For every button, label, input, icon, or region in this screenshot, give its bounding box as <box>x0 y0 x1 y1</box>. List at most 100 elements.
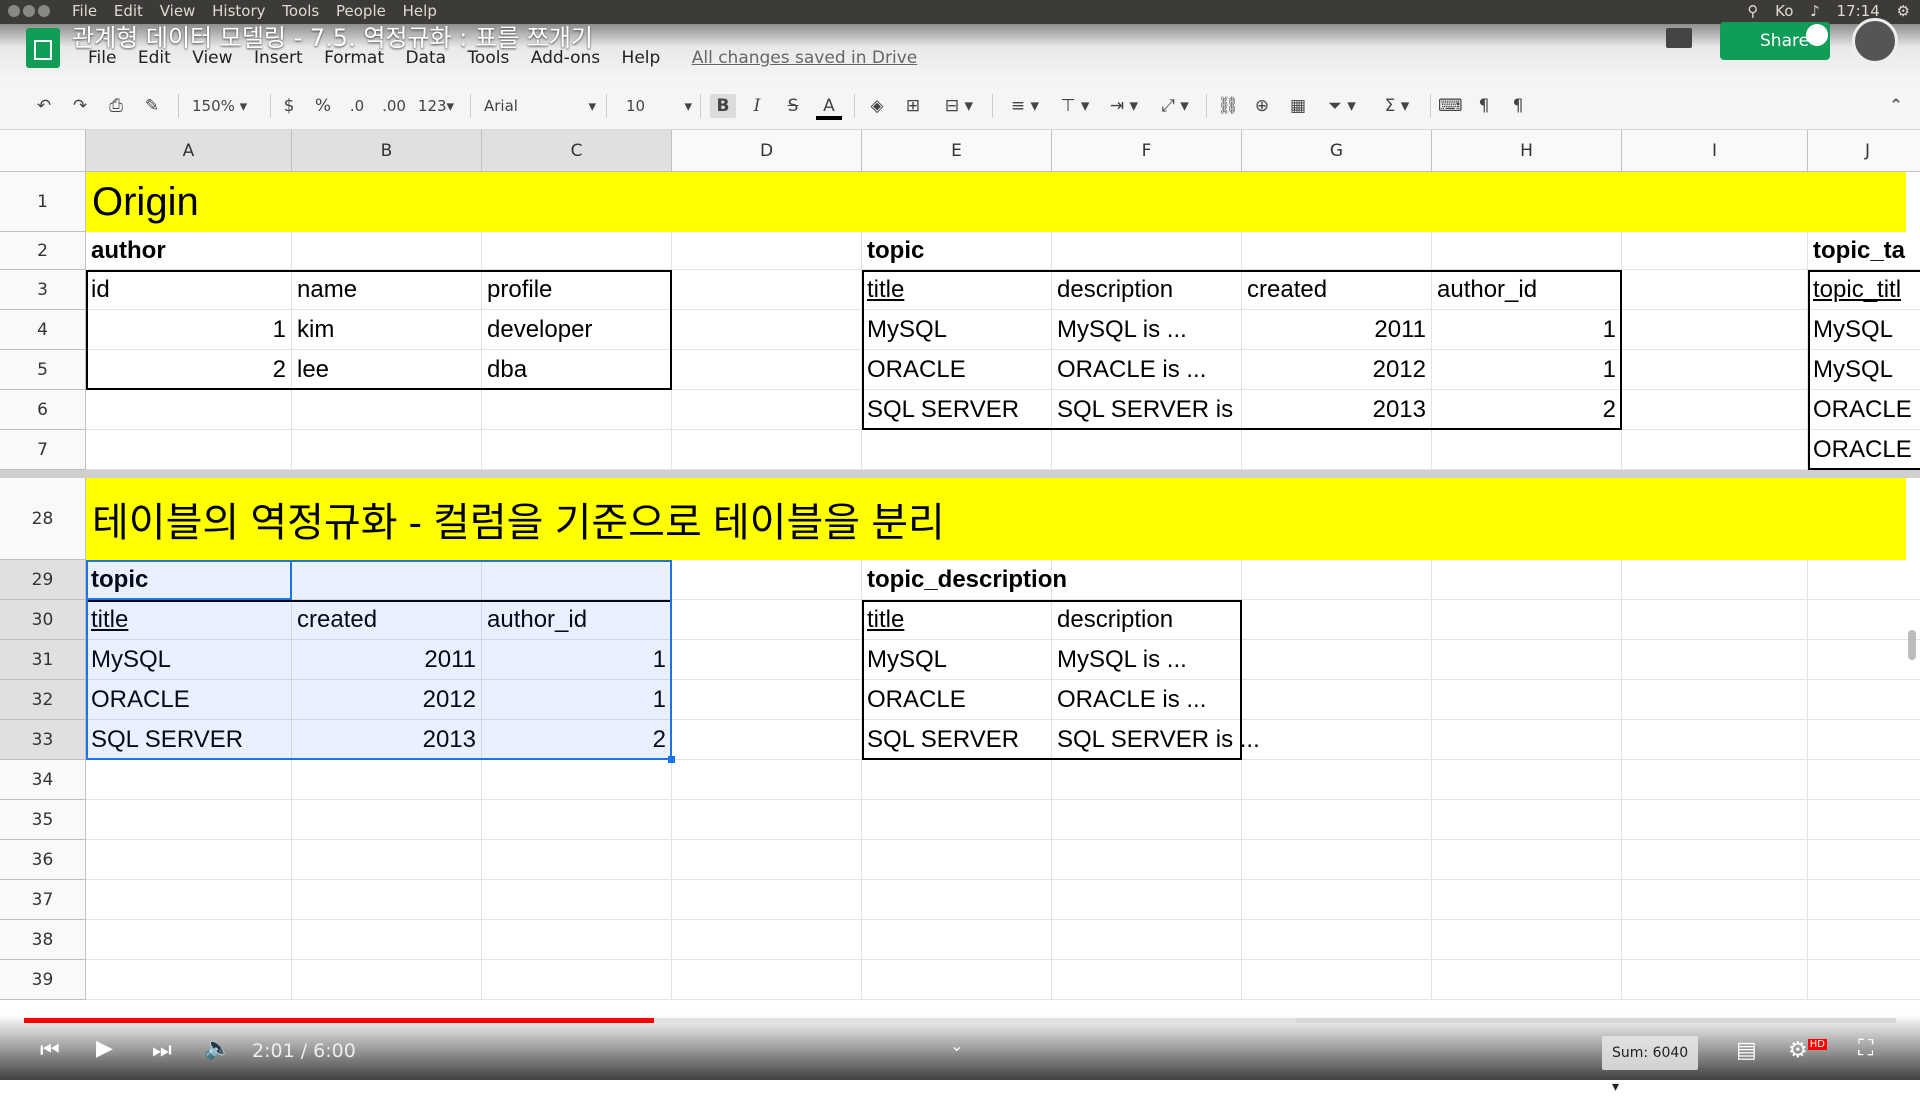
topic-split-header-cell[interactable]: title <box>86 600 292 640</box>
grid-cell[interactable] <box>1808 960 1920 1000</box>
column-header-a[interactable]: A <box>86 130 292 172</box>
topic-data-cell[interactable]: ORACLE <box>862 350 1052 390</box>
topic-data-cell[interactable]: MySQL <box>862 310 1052 350</box>
grid-cell[interactable] <box>1052 560 1242 600</box>
grid-cell[interactable] <box>672 800 862 840</box>
grid-cell[interactable] <box>862 430 1052 470</box>
grid-cell[interactable] <box>1808 840 1920 880</box>
author-data-cell[interactable]: kim <box>292 310 482 350</box>
explore-icon[interactable]: ▤ <box>1736 1038 1757 1063</box>
grid-cell[interactable] <box>1242 840 1432 880</box>
comment-icon[interactable] <box>1666 28 1692 48</box>
grid-cell[interactable] <box>86 880 292 920</box>
grid-cell[interactable] <box>1622 720 1808 760</box>
grid-cell[interactable] <box>1052 760 1242 800</box>
menu-view[interactable]: View <box>192 48 232 68</box>
grid-cell[interactable] <box>292 840 482 880</box>
topic-data-cell[interactable]: MySQL is ... <box>1052 310 1242 350</box>
row-header-32[interactable]: 32 <box>0 680 86 720</box>
topic-description-header-cell[interactable]: title <box>862 600 1052 640</box>
vertical-align-icon[interactable]: ⊤ ▾ <box>1056 94 1094 118</box>
grid-cell[interactable] <box>86 920 292 960</box>
grid-cell[interactable] <box>1052 960 1242 1000</box>
grid-cell[interactable] <box>482 760 672 800</box>
row-header-4[interactable]: 4 <box>0 310 86 350</box>
topic-description-data-cell[interactable]: MySQL <box>862 640 1052 680</box>
grid-cell[interactable] <box>292 920 482 960</box>
fill-handle[interactable] <box>668 756 675 763</box>
text-rotation-icon[interactable]: ⤢ ▾ <box>1154 94 1196 118</box>
grid-cell[interactable] <box>292 232 482 270</box>
row-header-30[interactable]: 30 <box>0 600 86 640</box>
merge-cells-icon[interactable]: ⊟ ▾ <box>936 94 982 118</box>
column-header-d[interactable]: D <box>672 130 862 172</box>
grid-cell[interactable] <box>1052 840 1242 880</box>
grid-cell[interactable] <box>1622 840 1808 880</box>
input-tools-icon[interactable]: ⌨ <box>1438 94 1463 118</box>
grid-cell[interactable] <box>672 880 862 920</box>
grid-cell[interactable] <box>292 430 482 470</box>
zoom-select[interactable]: 150% ▾ <box>192 94 258 118</box>
grid-cell[interactable] <box>1622 920 1808 960</box>
author-data-cell[interactable]: developer <box>482 310 672 350</box>
topic-tag-header-cell[interactable]: topic_titl <box>1808 270 1920 310</box>
row-header-34[interactable]: 34 <box>0 760 86 800</box>
menu-format[interactable]: Format <box>324 48 384 68</box>
filter-icon[interactable]: ⏷ ▾ <box>1320 94 1364 118</box>
grid-cell[interactable] <box>672 350 862 390</box>
grid-cell[interactable] <box>292 560 482 600</box>
column-header-j[interactable]: J <box>1808 130 1920 172</box>
grid-cell[interactable] <box>1432 920 1622 960</box>
grid-cell[interactable] <box>1052 920 1242 960</box>
grid-cell[interactable] <box>1432 430 1622 470</box>
author-data-cell[interactable]: dba <box>482 350 672 390</box>
grid-cell[interactable] <box>672 680 862 720</box>
menu-insert[interactable]: Insert <box>254 48 303 68</box>
grid-cell[interactable] <box>1242 800 1432 840</box>
grid-cell[interactable] <box>1808 720 1920 760</box>
grid-cell[interactable] <box>1432 720 1622 760</box>
grid-cell[interactable] <box>1052 232 1242 270</box>
grid-cell[interactable] <box>1052 800 1242 840</box>
topic-data-cell[interactable]: SQL SERVER is <box>1052 390 1242 430</box>
grid-cell[interactable] <box>672 640 862 680</box>
topic-split-data-cell[interactable]: ORACLE <box>86 680 292 720</box>
grid-cell[interactable] <box>1622 640 1808 680</box>
topic-split-data-cell[interactable]: 2013 <box>292 720 482 760</box>
column-header-h[interactable]: H <box>1432 130 1622 172</box>
grid-cell[interactable] <box>1808 560 1920 600</box>
grid-cell[interactable] <box>1242 960 1432 1000</box>
menu-addons[interactable]: Add-ons <box>531 48 600 68</box>
grid-cell[interactable] <box>292 800 482 840</box>
settings-gear-icon[interactable]: ⚙ HD <box>1788 1038 1827 1063</box>
grid-cell[interactable] <box>1242 430 1432 470</box>
ltr-paragraph-icon[interactable]: ¶ <box>1472 94 1496 118</box>
topic-header-cell[interactable]: title <box>862 270 1052 310</box>
author-header-cell[interactable]: id <box>86 270 292 310</box>
row-header-5[interactable]: 5 <box>0 350 86 390</box>
grid-cell[interactable] <box>1432 960 1622 1000</box>
grid-cell[interactable] <box>1242 600 1432 640</box>
grid-cell[interactable] <box>86 390 292 430</box>
italic-button[interactable]: I <box>746 94 768 118</box>
undo-icon[interactable]: ↶ <box>30 94 58 118</box>
menu-file[interactable]: File <box>88 48 116 68</box>
origin-heading[interactable]: Origin <box>86 172 1906 232</box>
grid-cell[interactable] <box>292 880 482 920</box>
topic-split-header-cell[interactable]: author_id <box>482 600 672 640</box>
grid-cell[interactable] <box>1622 430 1808 470</box>
topic-split-data-cell[interactable]: 2011 <box>292 640 482 680</box>
grid-cell[interactable] <box>86 840 292 880</box>
print-icon[interactable]: ⎙ <box>102 94 130 118</box>
font-select[interactable]: Arial ▾ <box>484 94 596 118</box>
fill-color-icon[interactable]: ◈ <box>864 94 890 118</box>
author-table-label[interactable]: author <box>86 232 292 270</box>
column-header-b[interactable]: B <box>292 130 482 172</box>
decrease-decimal-button[interactable]: .0 <box>344 94 370 118</box>
topic-description-data-cell[interactable]: ORACLE is ... <box>1052 680 1242 720</box>
topic-data-cell[interactable]: ORACLE is ... <box>1052 350 1242 390</box>
grid-cell[interactable] <box>672 270 862 310</box>
topic-data-cell[interactable]: 2 <box>1432 390 1622 430</box>
row-header-37[interactable]: 37 <box>0 880 86 920</box>
select-all-corner[interactable] <box>0 130 86 172</box>
